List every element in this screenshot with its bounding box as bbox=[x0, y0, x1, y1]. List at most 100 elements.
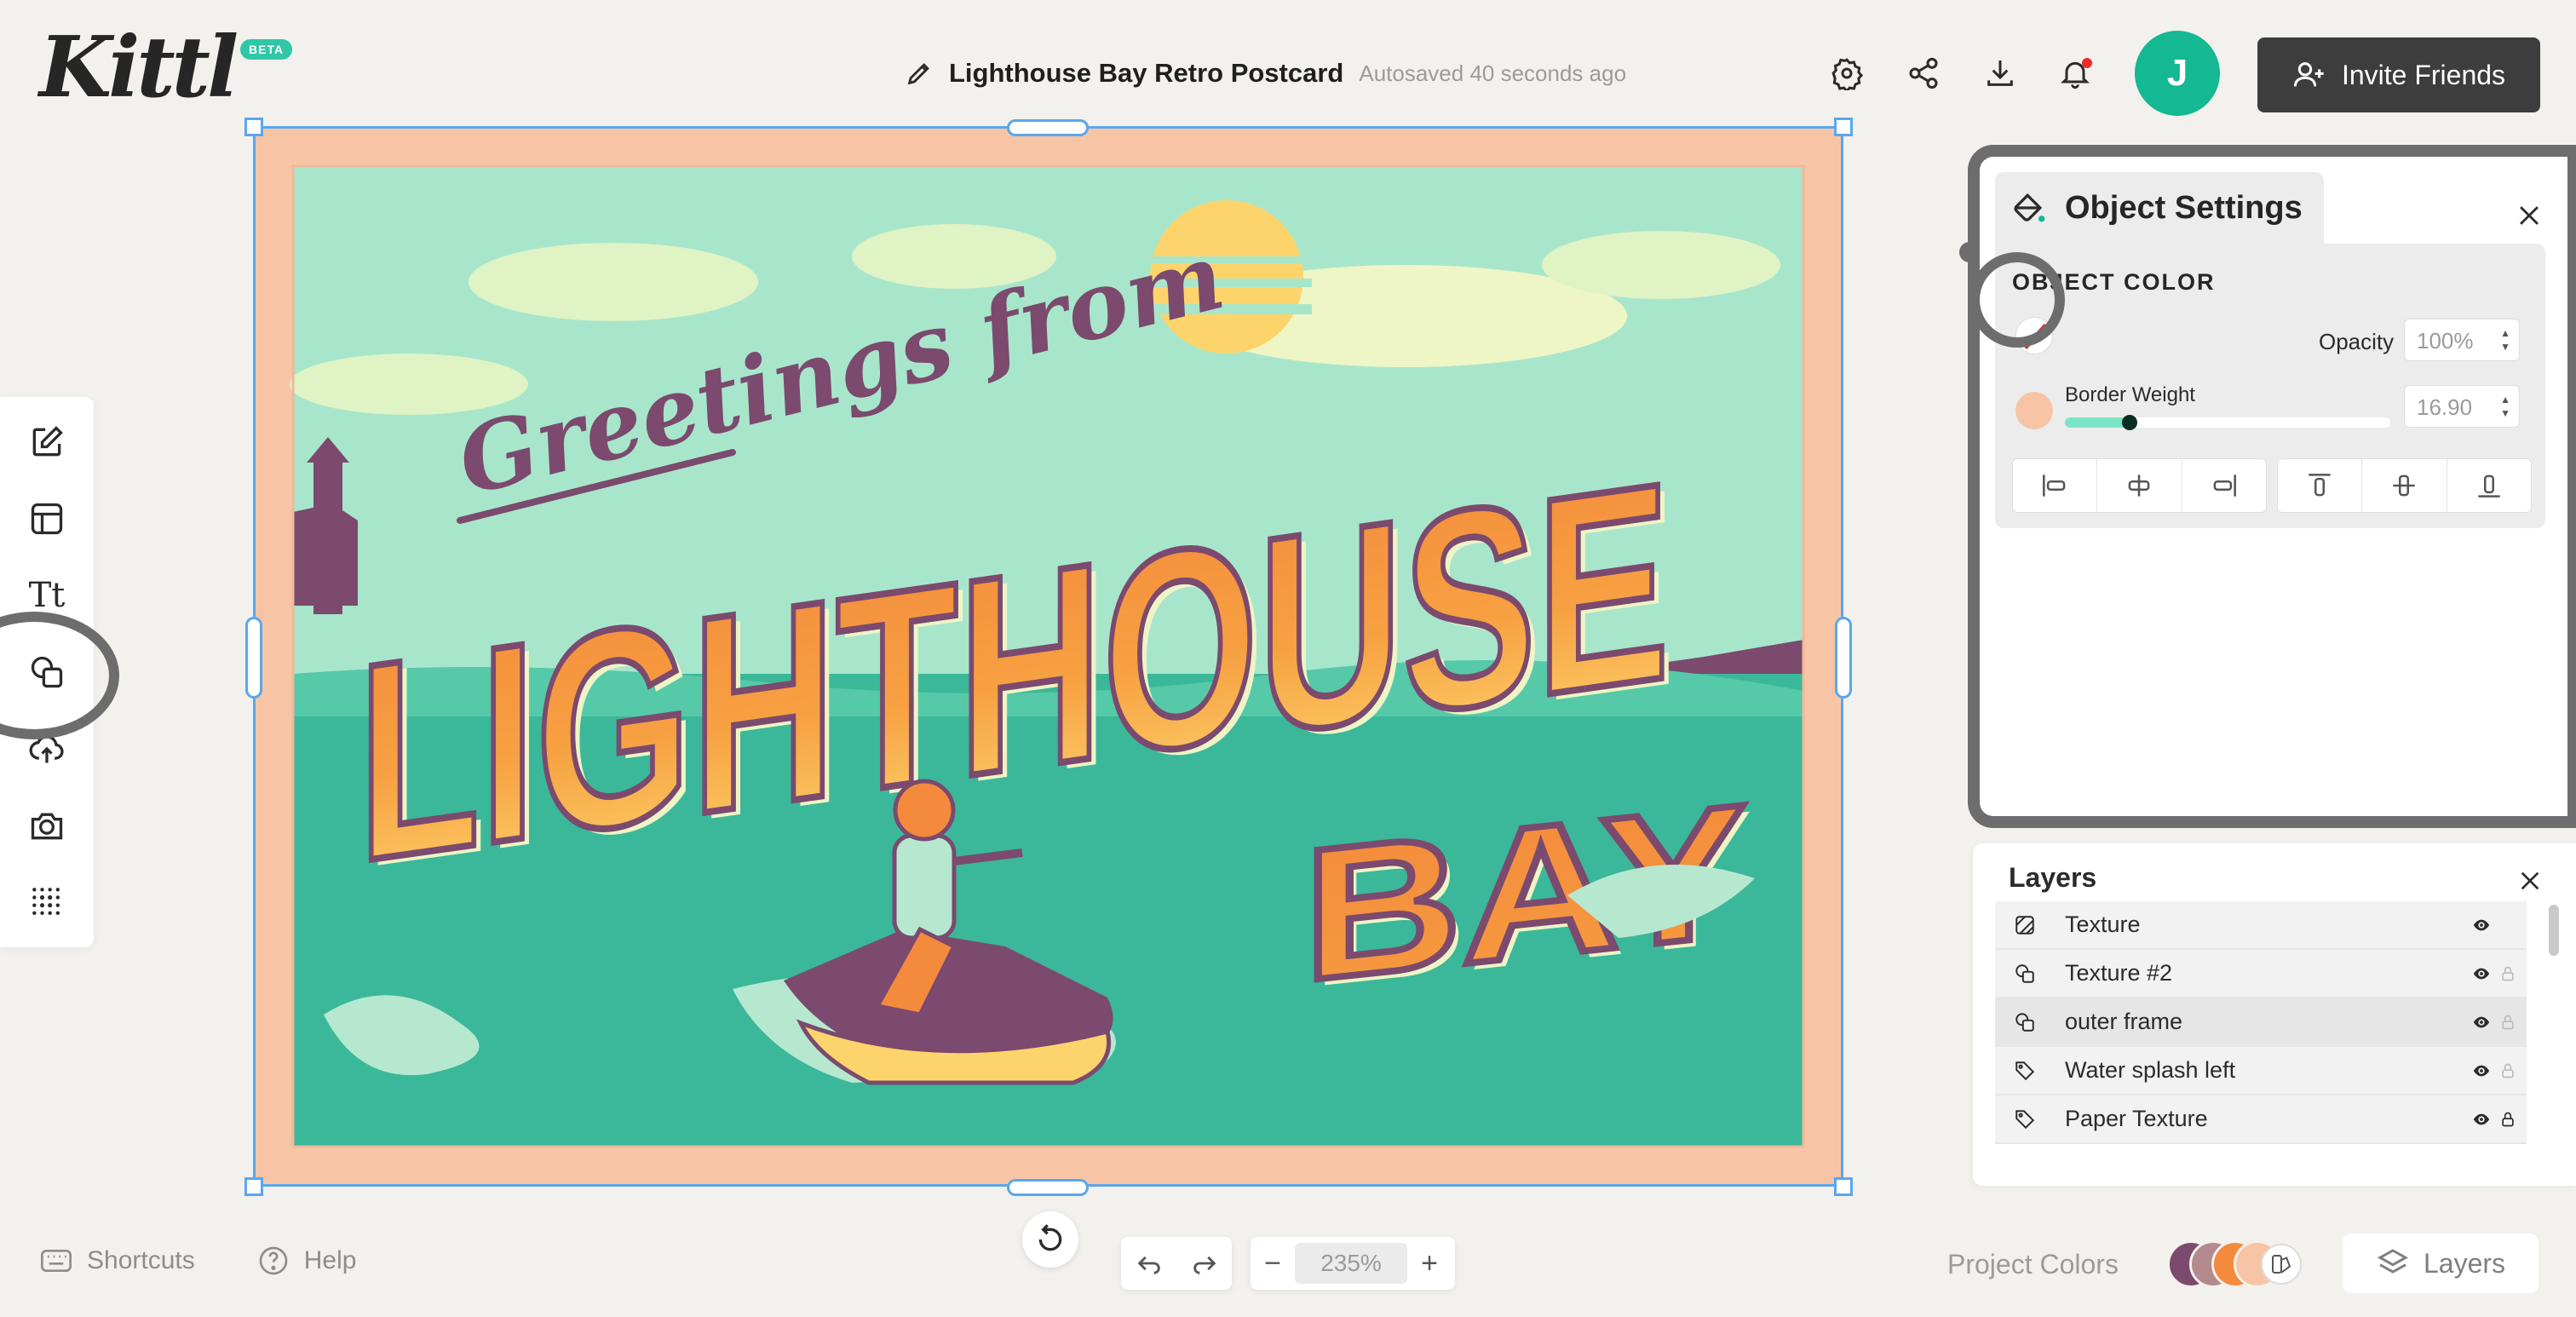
layer-name: Texture bbox=[2065, 912, 2141, 937]
align-center-h-button[interactable] bbox=[2097, 459, 2182, 512]
lock-icon[interactable] bbox=[2499, 1013, 2516, 1032]
align-bottom-icon bbox=[2478, 474, 2500, 497]
resize-handle-top[interactable] bbox=[1007, 119, 1089, 136]
user-avatar[interactable]: J bbox=[2135, 31, 2220, 116]
object-settings-body: OBJECT COLOR Opacity 100% ▲ ▼ Border Weig… bbox=[1995, 244, 2545, 528]
zoom-in-button[interactable]: + bbox=[1407, 1247, 1452, 1280]
close-icon[interactable] bbox=[2515, 201, 2544, 230]
redo-button[interactable] bbox=[1176, 1237, 1232, 1290]
layers-scrollbar[interactable] bbox=[2549, 905, 2559, 956]
tool-photos[interactable] bbox=[26, 804, 68, 847]
eye-icon[interactable] bbox=[2472, 1013, 2491, 1032]
kittl-logo[interactable]: Kittl BETA bbox=[39, 19, 295, 117]
share-button[interactable] bbox=[1905, 55, 1942, 92]
notification-dot bbox=[2082, 58, 2092, 68]
layer-name: Water splash left bbox=[2065, 1057, 2236, 1083]
bottom-left-links: Shortcuts Help bbox=[39, 1244, 356, 1278]
text-icon: Tt bbox=[28, 576, 66, 615]
align-left-icon bbox=[2043, 474, 2066, 497]
help-link[interactable]: Help bbox=[304, 1246, 357, 1275]
align-middle-v-button[interactable] bbox=[2362, 459, 2447, 512]
align-right-button[interactable] bbox=[2182, 459, 2266, 512]
design-canvas[interactable]: Greetings from LIGHTHOUSE LIGHTHOUSE BAY… bbox=[253, 126, 1843, 1187]
vertical-align-group bbox=[2277, 458, 2532, 513]
eye-icon[interactable] bbox=[2472, 1061, 2491, 1080]
tool-templates[interactable] bbox=[26, 497, 68, 540]
undo-button[interactable] bbox=[1121, 1237, 1176, 1290]
tag-icon bbox=[2015, 1061, 2035, 1080]
close-icon[interactable] bbox=[2516, 867, 2544, 894]
texture-icon bbox=[2015, 915, 2034, 935]
lock-icon[interactable] bbox=[2499, 1061, 2516, 1080]
resize-handle-bottom-left[interactable] bbox=[244, 1177, 263, 1196]
zoom-level-input[interactable]: 235% bbox=[1295, 1243, 1407, 1284]
layer-row[interactable]: Water splash left bbox=[1995, 1047, 2527, 1096]
document-title[interactable]: Lighthouse Bay Retro Postcard bbox=[949, 58, 1343, 89]
rotate-icon bbox=[1038, 1224, 1062, 1251]
border-color-swatch[interactable] bbox=[2015, 392, 2053, 429]
object-settings-panel: Object Settings OBJECT COLOR Opacity 100… bbox=[1968, 145, 2576, 828]
document-title-area[interactable]: Lighthouse Bay Retro Postcard Autosaved … bbox=[905, 53, 1626, 94]
reset-view-button[interactable] bbox=[1022, 1211, 1078, 1268]
undo-redo-group bbox=[1121, 1237, 1232, 1290]
opacity-stepper[interactable]: ▲ ▼ bbox=[2500, 326, 2510, 354]
logo-text: Kittl bbox=[39, 19, 239, 117]
zoom-control: − 235% + bbox=[1251, 1237, 1455, 1290]
highlight-ring-color bbox=[1969, 252, 2065, 348]
help-icon bbox=[259, 1246, 288, 1275]
border-weight-slider[interactable] bbox=[2065, 415, 2390, 430]
border-weight-input[interactable]: 16.90 ▲ ▼ bbox=[2404, 385, 2520, 428]
align-left-button[interactable] bbox=[2013, 459, 2098, 512]
postcard-artwork[interactable]: Greetings from LIGHTHOUSE LIGHTHOUSE BAY… bbox=[256, 129, 1841, 1184]
eye-icon[interactable] bbox=[2472, 1110, 2491, 1129]
layer-row[interactable]: Paper Texture bbox=[1995, 1096, 2527, 1144]
project-color-swatches[interactable] bbox=[2167, 1240, 2303, 1288]
tool-text[interactable]: Tt bbox=[26, 574, 68, 617]
palette-button[interactable] bbox=[2261, 1244, 2302, 1285]
layer-row[interactable]: outer frame bbox=[1995, 998, 2527, 1047]
resize-handle-left[interactable] bbox=[245, 617, 262, 699]
resize-handle-top-right[interactable] bbox=[1834, 118, 1853, 136]
eye-icon[interactable] bbox=[2472, 916, 2491, 935]
align-bottom-button[interactable] bbox=[2447, 459, 2531, 512]
tool-textures[interactable] bbox=[26, 881, 68, 923]
resize-handle-bottom-right[interactable] bbox=[1834, 1177, 1853, 1196]
beta-badge: BETA bbox=[240, 39, 293, 60]
invite-friends-button[interactable]: Invite Friends bbox=[2257, 37, 2540, 112]
layer-row[interactable]: Texture bbox=[1995, 901, 2527, 950]
zoom-out-button[interactable]: − bbox=[1251, 1247, 1295, 1280]
dots-grid-icon bbox=[32, 888, 60, 916]
tool-edit[interactable] bbox=[26, 421, 68, 463]
shortcuts-link[interactable]: Shortcuts bbox=[87, 1246, 195, 1275]
settings-button[interactable] bbox=[1828, 55, 1866, 92]
layer-name: Texture #2 bbox=[2065, 960, 2173, 986]
layers-list: Texture Texture #2 outer frame Water splash… bbox=[1995, 901, 2527, 1144]
opacity-input[interactable]: 100% ▲ ▼ bbox=[2404, 319, 2520, 361]
layers-toggle-button[interactable]: Layers bbox=[2343, 1234, 2539, 1293]
download-button[interactable] bbox=[1981, 55, 2019, 92]
horizontal-align-group bbox=[2012, 458, 2267, 513]
align-middle-v-icon bbox=[2393, 474, 2416, 497]
align-top-button[interactable] bbox=[2278, 459, 2363, 512]
resize-handle-right[interactable] bbox=[1835, 617, 1852, 699]
layers-panel: Layers Texture Texture #2 outer frame Water… bbox=[1973, 843, 2576, 1186]
layers-title: Layers bbox=[2009, 862, 2097, 893]
postcard-illustration: Greetings from LIGHTHOUSE LIGHTHOUSE BAY… bbox=[290, 164, 1805, 1148]
border-weight-slider-knob[interactable] bbox=[2122, 415, 2138, 430]
lock-icon[interactable] bbox=[2499, 1110, 2516, 1129]
shape-icon bbox=[2015, 963, 2034, 983]
border-weight-stepper[interactable]: ▲ ▼ bbox=[2500, 393, 2510, 420]
invite-label: Invite Friends bbox=[2341, 59, 2506, 90]
resize-handle-top-left[interactable] bbox=[244, 118, 263, 136]
layer-row[interactable]: Texture #2 bbox=[1995, 950, 2527, 998]
notifications-button[interactable] bbox=[2056, 55, 2094, 92]
lock-icon[interactable] bbox=[2499, 964, 2516, 983]
gear-icon bbox=[1831, 58, 1863, 90]
pencil-icon[interactable] bbox=[905, 59, 934, 88]
eye-icon[interactable] bbox=[2472, 964, 2491, 983]
resize-handle-bottom[interactable] bbox=[1007, 1179, 1089, 1196]
object-settings-tab[interactable]: Object Settings bbox=[1995, 172, 2324, 244]
shape-icon bbox=[2015, 1012, 2034, 1032]
align-center-h-icon bbox=[2129, 474, 2150, 497]
palette-icon bbox=[2272, 1255, 2291, 1274]
